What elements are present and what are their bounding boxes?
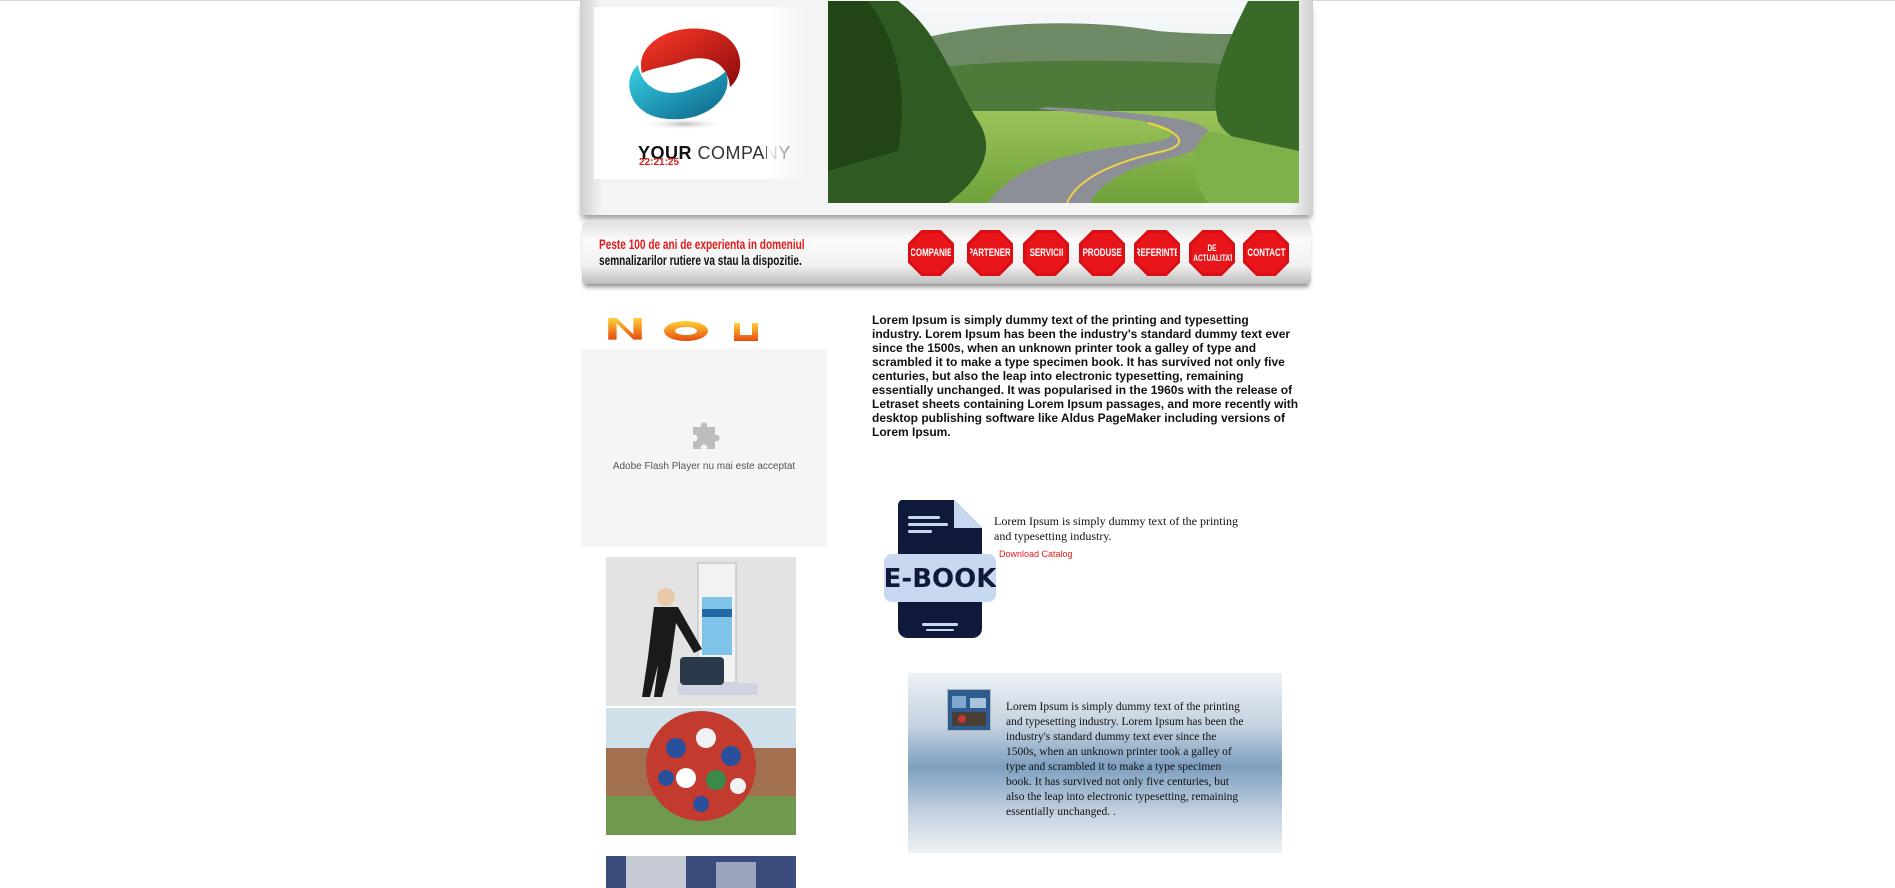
header-panel: YOUR COMPANY 22:21:25: [580, 0, 1313, 215]
logo-emblem-icon: [629, 28, 741, 130]
puzzle-plugin-icon: [693, 422, 720, 449]
info-thumbnail-image[interactable]: [947, 689, 991, 731]
ebook-icon[interactable]: E-BOOK: [884, 498, 996, 640]
product-photo-sign-sphere[interactable]: [606, 708, 796, 835]
nav-de-actualitate-button[interactable]: DE ACTUALITATE: [1189, 230, 1235, 276]
nav-servicii-button[interactable]: SERVICII: [1023, 230, 1069, 276]
flash-player-placeholder[interactable]: Adobe Flash Player nu mai este acceptat: [581, 349, 827, 547]
company-logo[interactable]: YOUR COMPANY 22:21:25: [594, 7, 790, 179]
flash-unsupported-message: Adobe Flash Player nu mai este acceptat: [612, 461, 796, 472]
nav-parteneri-button[interactable]: PARTENERI: [967, 230, 1013, 276]
clock-display: 22:21:25: [639, 157, 680, 168]
nav-contact-button[interactable]: CONTACT: [1243, 230, 1289, 276]
nav-companie-button[interactable]: COMPANIE: [908, 230, 954, 276]
product-photo-display-stand[interactable]: [606, 557, 796, 706]
ebook-label: E-BOOK: [884, 564, 996, 594]
page-container: YOUR COMPANY 22:21:25 Peste 100 de ani d…: [580, 0, 1313, 888]
info-box: Lorem Ipsum is simply dummy text of the …: [908, 673, 1282, 853]
slogan: Peste 100 de ani de experienta in domeni…: [599, 236, 805, 268]
download-catalog-link[interactable]: Download Catalog: [999, 549, 1073, 559]
nav-referinte-button[interactable]: REFERINTE: [1134, 230, 1180, 276]
product-photo-building[interactable]: [606, 856, 796, 888]
intro-paragraph: Lorem Ipsum is simply dummy text of the …: [872, 313, 1299, 439]
navigation-bar: Peste 100 de ani de experienta in domeni…: [582, 222, 1311, 284]
info-paragraph: Lorem Ipsum is simply dummy text of the …: [1006, 701, 1244, 818]
road-landscape-image: [828, 1, 1299, 203]
nou-heading-graphic: [608, 318, 758, 341]
nav-produse-button[interactable]: PRODUSE: [1079, 230, 1125, 276]
catalog-description: Lorem Ipsum is simply dummy text of the …: [994, 514, 1238, 543]
